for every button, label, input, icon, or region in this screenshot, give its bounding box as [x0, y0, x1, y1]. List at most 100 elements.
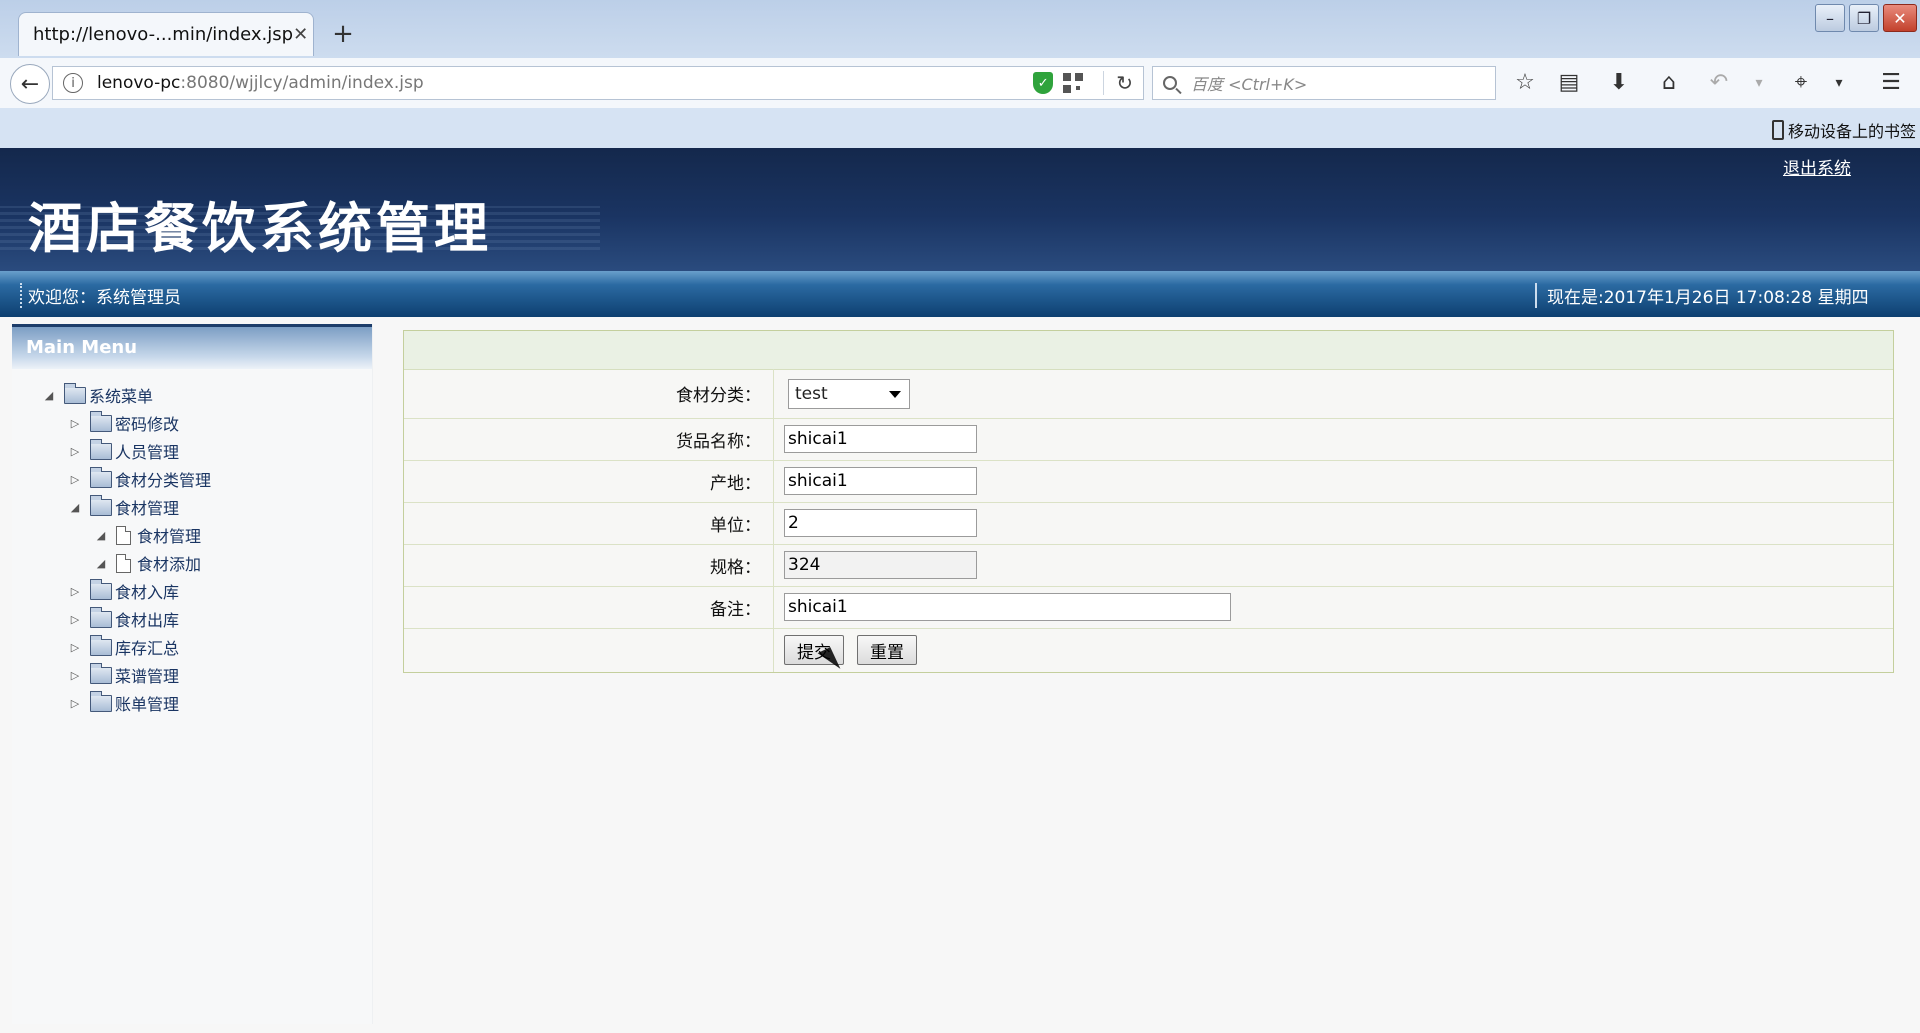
bookmarks-bar: 移动设备上的书签 — [0, 108, 1920, 148]
chevron-down-icon[interactable]: ▾ — [1744, 68, 1774, 98]
mobile-bookmarks-label: 移动设备上的书签 — [1787, 122, 1916, 141]
folder-icon — [90, 606, 112, 628]
sidebar-item-label: 密码修改 — [115, 415, 180, 434]
note-field[interactable] — [784, 593, 1231, 621]
unit-label: 单位： — [404, 503, 774, 544]
origin-label: 产地： — [404, 461, 774, 502]
menu-heading-text: Main Menu — [26, 337, 138, 358]
expanded-arrow-icon: ◢ — [96, 556, 106, 570]
reset-button[interactable]: 重置 — [857, 635, 917, 665]
expanded-arrow-icon: ◢ — [96, 528, 106, 542]
folder-icon — [64, 382, 86, 404]
collapsed-arrow-icon[interactable]: ▷ — [68, 641, 82, 654]
file-icon — [116, 525, 131, 545]
collapsed-arrow-icon[interactable]: ▷ — [68, 697, 82, 710]
tab-strip: http://lenovo-...min/index.jsp ✕ + – ❐ ✕ — [0, 0, 1920, 58]
new-tab-button[interactable]: + — [328, 20, 358, 48]
origin-field[interactable] — [784, 467, 977, 495]
mobile-bookmarks[interactable]: 移动设备上的书签 — [1771, 118, 1916, 142]
collapsed-arrow-icon[interactable]: ▷ — [68, 613, 82, 626]
close-icon[interactable]: ✕ — [293, 24, 308, 45]
expanded-arrow-icon[interactable]: ◢ — [42, 389, 56, 402]
sidebar-item-staff[interactable]: ▷ 人员管理 — [68, 438, 179, 464]
form-header — [404, 331, 1893, 370]
crop-icon[interactable]: ⌖ — [1786, 68, 1816, 98]
origin-row: 产地： — [404, 461, 1893, 503]
phone-icon — [1771, 120, 1784, 140]
star-icon[interactable]: ☆ — [1510, 68, 1540, 98]
ingredient-form: 食材分类： test 货品名称： 产地： 单位： 规格： 备注： 提交 重置 — [403, 330, 1894, 673]
folder-icon — [90, 634, 112, 656]
url-path: :8080/wjjlcy/admin/index.jsp — [180, 73, 424, 93]
folder-icon — [90, 578, 112, 600]
sidebar-item-label: 食材出库 — [115, 611, 180, 630]
sidebar-item-bills[interactable]: ▷ 账单管理 — [68, 690, 179, 716]
address-bar[interactable]: i lenovo-pc:8080/wjjlcy/admin/index.jsp … — [52, 66, 1144, 100]
info-icon[interactable]: i — [63, 73, 83, 93]
search-input[interactable]: 百度 <Ctrl+K> — [1152, 66, 1496, 100]
sidebar: Main Menu ◢ 系统菜单 ▷ 密码修改 ▷ 人员管理 ▷ 食材分类管理 … — [12, 324, 373, 1024]
window-close-button[interactable]: ✕ — [1883, 4, 1917, 32]
minimize-button[interactable]: – — [1815, 4, 1845, 32]
folder-icon — [90, 466, 112, 488]
tree-root[interactable]: ◢ 系统菜单 — [42, 382, 153, 408]
note-label: 备注： — [404, 587, 774, 628]
spec-label: 规格： — [404, 545, 774, 586]
welcome-bar: 欢迎您：系统管理员 现在是:2017年1月26日 17:08:28 星期四 — [0, 271, 1920, 317]
qr-icon[interactable] — [1063, 73, 1084, 93]
folder-icon — [90, 662, 112, 684]
shield-icon[interactable]: ✓ — [1033, 72, 1054, 94]
navigation-bar: ← i lenovo-pc:8080/wjjlcy/admin/index.js… — [0, 58, 1920, 108]
folder-icon — [90, 410, 112, 432]
category-select[interactable]: test — [788, 379, 910, 409]
unit-row: 单位： — [404, 503, 1893, 545]
chevron-down-icon — [889, 391, 901, 398]
expanded-arrow-icon[interactable]: ◢ — [68, 501, 82, 514]
sidebar-item-label: 账单管理 — [115, 695, 180, 714]
reload-icon[interactable]: ↻ — [1103, 71, 1133, 95]
sidebar-item-label: 食材分类管理 — [115, 471, 212, 490]
sidebar-subitem-manage[interactable]: ◢ 食材管理 — [94, 522, 201, 548]
sidebar-item-menu[interactable]: ▷ 菜谱管理 — [68, 662, 179, 688]
sidebar-item-label: 食材管理 — [115, 499, 180, 518]
search-icon — [1163, 76, 1177, 90]
url-text[interactable]: lenovo-pc:8080/wjjlcy/admin/index.jsp — [97, 73, 1033, 93]
sidebar-item-stock-in[interactable]: ▷ 食材入库 — [68, 578, 179, 604]
sidebar-item-password[interactable]: ▷ 密码修改 — [68, 410, 179, 436]
sidebar-item-label: 人员管理 — [115, 443, 180, 462]
home-icon[interactable]: ⌂ — [1654, 68, 1684, 98]
folder-icon — [90, 438, 112, 460]
button-row-spacer — [404, 629, 774, 672]
category-row: 食材分类： test — [404, 369, 1893, 419]
page-title: 酒店餐饮系统管理 — [28, 196, 492, 260]
name-field[interactable] — [784, 425, 977, 453]
spec-field[interactable] — [784, 551, 977, 579]
collapsed-arrow-icon[interactable]: ▷ — [68, 417, 82, 430]
search-placeholder: 百度 <Ctrl+K> — [1191, 75, 1308, 94]
menu-icon[interactable]: ☰ — [1876, 68, 1906, 98]
sidebar-item-inventory[interactable]: ▷ 库存汇总 — [68, 634, 179, 660]
sidebar-item-category[interactable]: ▷ 食材分类管理 — [68, 466, 211, 492]
browser-tab[interactable]: http://lenovo-...min/index.jsp ✕ — [18, 12, 314, 56]
collapsed-arrow-icon[interactable]: ▷ — [68, 445, 82, 458]
tab-title: http://lenovo-...min/index.jsp — [33, 24, 294, 45]
unit-field[interactable] — [784, 509, 977, 537]
undo-icon[interactable]: ↶ — [1704, 68, 1734, 98]
logout-link[interactable]: 退出系统 — [1783, 154, 1851, 179]
reader-icon[interactable]: ▤ — [1554, 68, 1584, 98]
button-row: 提交 重置 — [404, 629, 1893, 672]
datetime-display: 现在是:2017年1月26日 17:08:28 星期四 — [1535, 283, 1869, 308]
sidebar-subitem-add[interactable]: ◢ 食材添加 — [94, 550, 201, 576]
download-icon[interactable]: ⬇ — [1604, 68, 1634, 98]
name-label: 货品名称： — [404, 419, 774, 460]
maximize-button[interactable]: ❐ — [1849, 4, 1879, 32]
sidebar-item-label: 食材添加 — [137, 555, 202, 574]
chevron-down-icon[interactable]: ▾ — [1824, 68, 1854, 98]
collapsed-arrow-icon[interactable]: ▷ — [68, 669, 82, 682]
back-arrow-icon[interactable]: ← — [10, 64, 50, 104]
sidebar-item-stock-out[interactable]: ▷ 食材出库 — [68, 606, 179, 632]
sidebar-item-ingredients[interactable]: ◢ 食材管理 — [68, 494, 179, 520]
collapsed-arrow-icon[interactable]: ▷ — [68, 473, 82, 486]
sidebar-item-label: 菜谱管理 — [115, 667, 180, 686]
collapsed-arrow-icon[interactable]: ▷ — [68, 585, 82, 598]
